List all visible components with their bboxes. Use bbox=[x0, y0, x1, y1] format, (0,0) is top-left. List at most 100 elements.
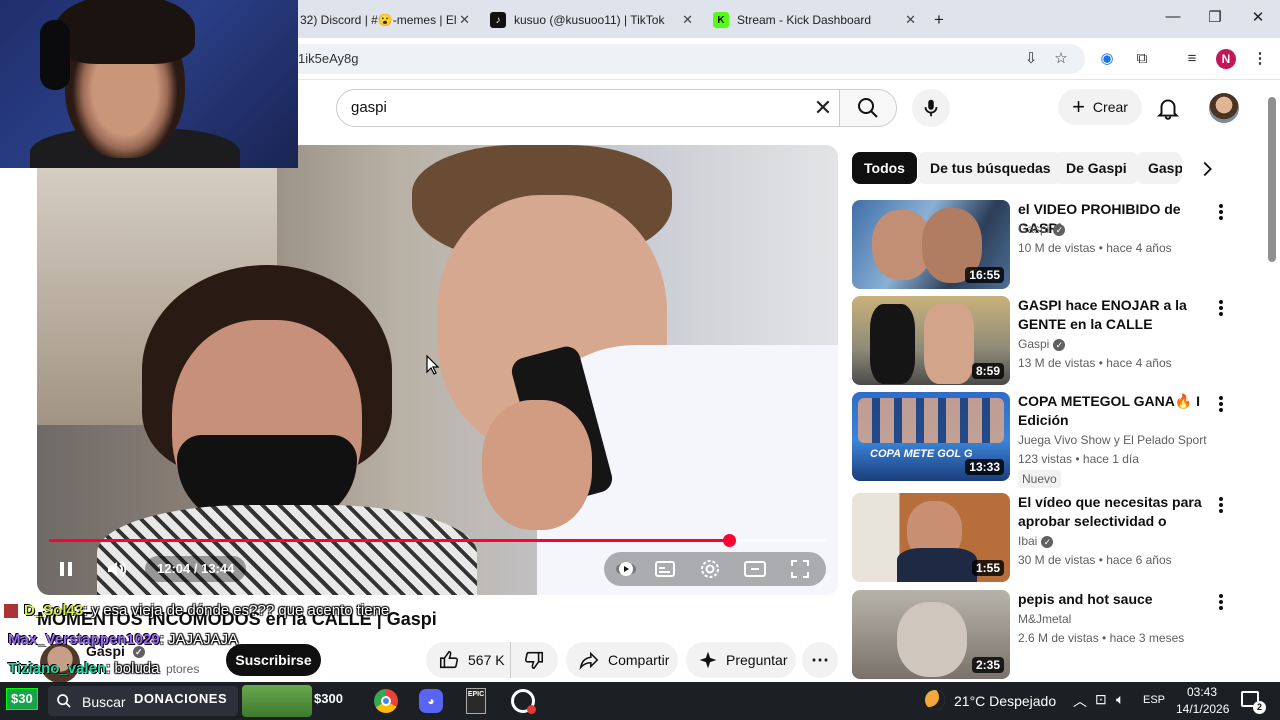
new-tab-button[interactable]: + bbox=[934, 6, 954, 34]
tab-kick[interactable]: K Stream - Kick Dashboard ✕ bbox=[713, 6, 916, 34]
close-tab-icon[interactable]: ✕ bbox=[682, 12, 693, 28]
account-avatar[interactable] bbox=[1209, 93, 1239, 123]
voice-search-button[interactable] bbox=[912, 89, 950, 127]
like-button[interactable]: 567 K bbox=[426, 642, 510, 678]
language-indicator[interactable]: ESP bbox=[1143, 694, 1165, 706]
weather-text[interactable]: 21°C Despejado bbox=[954, 693, 1056, 709]
subscribe-button[interactable]: Suscribirse bbox=[226, 644, 321, 676]
obs-icon[interactable] bbox=[511, 689, 536, 714]
ask-button[interactable]: Preguntar bbox=[686, 642, 796, 678]
recommended-video[interactable]: 1:55 El vídeo que necesitas para aprobar… bbox=[852, 493, 1262, 583]
recommended-channel[interactable]: Juega Vivo Show y El Pelado Sport bbox=[1018, 433, 1207, 447]
extensions-icon[interactable]: ⧉ bbox=[1132, 49, 1152, 69]
clear-search-icon[interactable]: ✕ bbox=[810, 95, 836, 121]
recommended-video-title[interactable]: pepis and hot sauce bbox=[1018, 590, 1210, 609]
theater-mode-icon[interactable] bbox=[743, 557, 767, 581]
chip-from-searches[interactable]: De tus búsquedas bbox=[918, 152, 1063, 184]
profile-avatar[interactable]: N bbox=[1216, 49, 1236, 69]
share-button[interactable]: Compartir bbox=[566, 642, 678, 678]
tab-discord-label: 32) Discord | #😮-memes | El bbox=[300, 13, 457, 27]
recommended-channel[interactable]: Ibai ✓ bbox=[1018, 534, 1054, 548]
search-input[interactable]: gaspi bbox=[336, 89, 840, 127]
subtitles-icon[interactable] bbox=[653, 557, 677, 581]
bookmark-star-icon[interactable]: ☆ bbox=[1051, 49, 1071, 69]
tab-tiktok[interactable]: ♪ kusuo (@kusuoo11) | TikTok ✕ bbox=[490, 6, 693, 34]
progress-scrubber-handle[interactable] bbox=[722, 534, 736, 547]
moon-weather-icon[interactable] bbox=[925, 690, 945, 710]
recommended-video-title[interactable]: COPA METEGOL GANA🔥 I Edición bbox=[1018, 392, 1210, 430]
recommended-video[interactable]: 2:35 pepis and hot sauce M&Jmetal 2.6 M … bbox=[852, 590, 1262, 680]
chip-todos[interactable]: Todos bbox=[852, 152, 917, 184]
recommended-video-title[interactable]: GASPI hace ENOJAR a la GENTE en la CALLE bbox=[1018, 296, 1210, 334]
more-vertical-icon[interactable] bbox=[1214, 202, 1228, 222]
discord-icon[interactable]: ◕ bbox=[419, 689, 443, 713]
chevron-up-icon[interactable]: ︿ bbox=[1073, 691, 1087, 711]
ask-label: Preguntar bbox=[726, 652, 788, 668]
tab-tiktok-label: kusuo (@kusuoo11) | TikTok bbox=[514, 13, 665, 27]
dislike-button[interactable] bbox=[510, 642, 558, 678]
video-thumbnail[interactable]: 1:55 bbox=[852, 493, 1010, 582]
chat-user-badge-icon bbox=[4, 604, 18, 619]
restore-button[interactable]: ❐ bbox=[1200, 8, 1230, 26]
clock-time[interactable]: 03:43 bbox=[1187, 685, 1217, 699]
video-duration: 8:59 bbox=[971, 363, 1004, 379]
chip-from-gaspi[interactable]: De Gaspi bbox=[1054, 152, 1139, 184]
browser-menu-icon[interactable]: ⋮ bbox=[1250, 49, 1270, 69]
more-vertical-icon[interactable] bbox=[1214, 495, 1228, 515]
thumbnail-person bbox=[897, 548, 977, 582]
chevron-right-icon[interactable] bbox=[1196, 158, 1218, 180]
chrome-icon[interactable] bbox=[374, 689, 398, 713]
video-duration: 13:33 bbox=[965, 459, 1004, 475]
close-tab-icon[interactable]: ✕ bbox=[905, 12, 916, 28]
recommended-video[interactable]: COPA METE GOL G 13:33 COPA METEGOL GANA🔥… bbox=[852, 392, 1262, 488]
recommended-video[interactable]: 16:55 el VIDEO PROHIBIDO de GASPI Gaspi ✓… bbox=[852, 200, 1262, 290]
video-duration: 2:35 bbox=[971, 657, 1004, 673]
video-thumbnail[interactable]: 16:55 bbox=[852, 200, 1010, 289]
video-thumbnail[interactable]: 2:35 bbox=[852, 590, 1010, 679]
thumbnail-person bbox=[897, 602, 967, 677]
video-thumbnail[interactable]: COPA METE GOL G 13:33 bbox=[852, 392, 1010, 481]
recommended-video-title[interactable]: El vídeo que necesitas para aprobar sele… bbox=[1018, 493, 1210, 531]
settings-gear-icon[interactable] bbox=[698, 557, 722, 581]
volume-icon[interactable]: 🔈︎ bbox=[1116, 691, 1124, 708]
pause-icon[interactable] bbox=[54, 557, 78, 581]
more-vertical-icon[interactable] bbox=[1214, 592, 1228, 612]
cast-icon[interactable]: ◉ bbox=[1097, 49, 1117, 69]
epic-games-icon[interactable]: EPIC bbox=[466, 688, 486, 714]
recommended-channel[interactable]: M&Jmetal bbox=[1018, 612, 1071, 626]
minimize-button[interactable]: — bbox=[1158, 8, 1188, 25]
recommended-video[interactable]: 8:59 GASPI hace ENOJAR a la GENTE en la … bbox=[852, 296, 1262, 386]
recommended-channel[interactable]: Gaspi ✓ bbox=[1018, 337, 1066, 351]
close-window-button[interactable]: ✕ bbox=[1243, 8, 1273, 26]
video-thumbnail[interactable]: 8:59 bbox=[852, 296, 1010, 385]
volume-icon[interactable] bbox=[104, 557, 128, 581]
search-button[interactable] bbox=[839, 89, 897, 127]
install-app-icon[interactable]: ⇩ bbox=[1021, 49, 1041, 69]
more-vertical-icon[interactable] bbox=[1214, 394, 1228, 414]
chat-username: Max_Verstappen1029 bbox=[8, 631, 160, 648]
chip-gaspi[interactable]: Gaspi bbox=[1136, 152, 1182, 184]
donation-counter: $30 bbox=[6, 688, 38, 710]
network-icon[interactable]: ⊡ bbox=[1095, 691, 1107, 708]
video-progress-bar[interactable] bbox=[49, 534, 827, 547]
video-duration: 16:55 bbox=[965, 267, 1004, 283]
thumbs-down-icon bbox=[524, 651, 544, 670]
create-button[interactable]: + Crear bbox=[1058, 89, 1142, 125]
autoplay-toggle-icon[interactable] bbox=[614, 557, 638, 581]
tiktok-icon: ♪ bbox=[490, 12, 506, 28]
recommended-channel[interactable]: Gaspi ✓ bbox=[1018, 222, 1066, 236]
taskbar-search-label: Buscar bbox=[82, 694, 126, 710]
plus-icon: + bbox=[1072, 94, 1085, 119]
more-actions-button[interactable]: ⋯ bbox=[802, 642, 838, 678]
fullscreen-icon[interactable] bbox=[788, 557, 812, 581]
close-tab-icon[interactable]: ✕ bbox=[459, 12, 470, 28]
microphone-icon bbox=[924, 99, 938, 117]
clock-date[interactable]: 14/1/2026 bbox=[1176, 702, 1229, 716]
media-controls-icon[interactable]: ≡ bbox=[1182, 49, 1202, 69]
notifications-bell-icon[interactable] bbox=[1155, 95, 1181, 121]
more-vertical-icon[interactable] bbox=[1214, 298, 1228, 318]
thumbnail-person bbox=[870, 304, 915, 384]
page-scrollbar[interactable] bbox=[1268, 97, 1276, 262]
notifications-icon[interactable]: 2 bbox=[1241, 691, 1266, 714]
tab-discord[interactable]: 32) Discord | #😮-memes | El ✕ bbox=[300, 6, 470, 34]
